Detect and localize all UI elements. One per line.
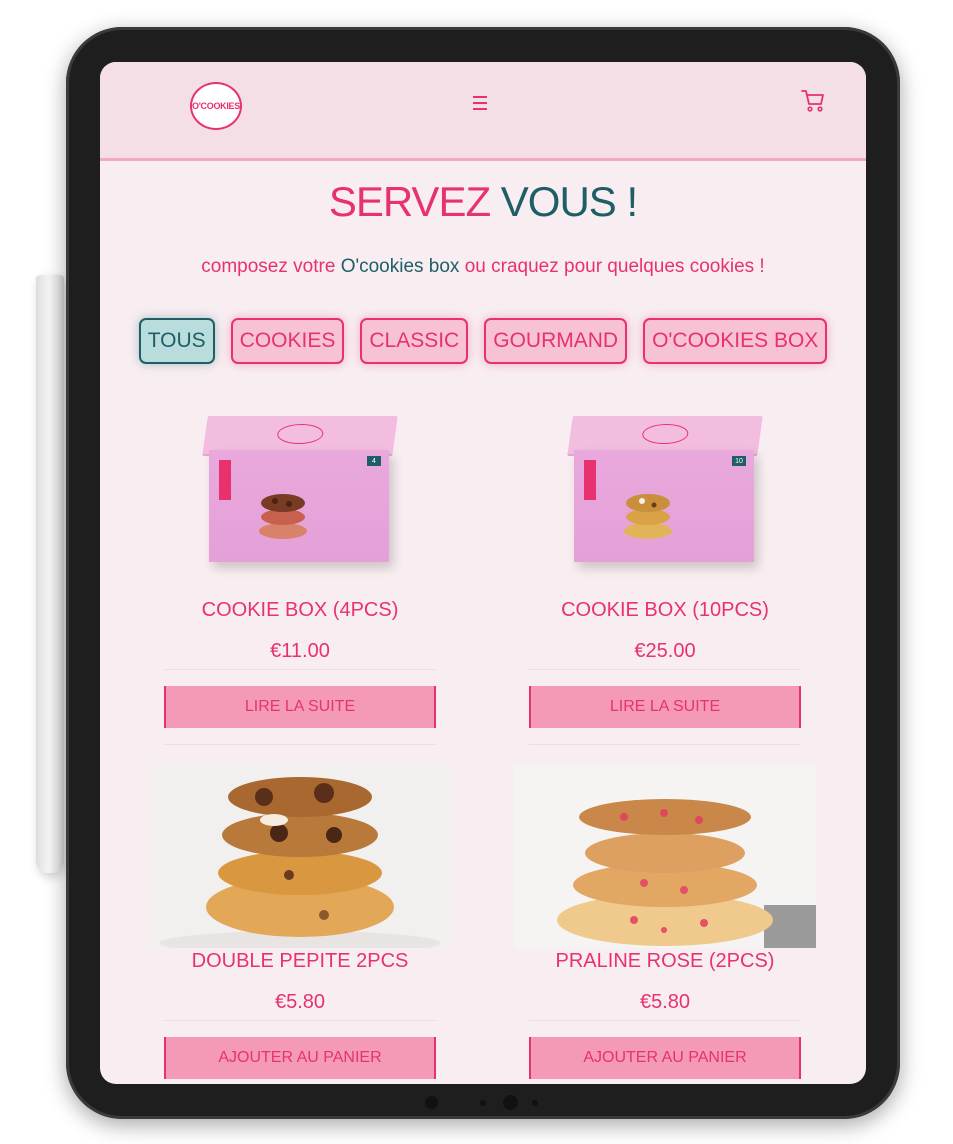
product-name[interactable]: COOKIE BOX (4PCS)	[149, 599, 451, 622]
site-header: O'COOKIES	[100, 62, 866, 161]
divider	[529, 744, 801, 745]
subtitle-part1: composez votre	[201, 256, 336, 277]
filter-gourmand[interactable]: GOURMAND	[484, 318, 628, 364]
hamburger-menu-icon[interactable]	[473, 96, 487, 110]
sensor-dot	[532, 1100, 538, 1106]
cookie-box-image: 4	[202, 416, 398, 566]
product-image[interactable]: 10	[514, 414, 816, 597]
filter-cookies[interactable]: COOKIES	[230, 318, 345, 364]
product-name[interactable]: PRALINE ROSE (2PCS)	[514, 950, 816, 973]
box-seal-logo	[275, 424, 325, 444]
product-price: €25.00	[634, 640, 696, 662]
box-count-badge: 10	[732, 456, 746, 466]
subtitle-brand: O'cookies box	[340, 256, 460, 277]
subtitle-part3: ou craquez pour quelques cookies !	[464, 256, 765, 277]
cookie-photo	[149, 765, 451, 948]
divider	[164, 669, 436, 670]
product-price: €5.80	[639, 991, 691, 1013]
box-count-badge: 4	[367, 456, 381, 466]
box-front: 10	[574, 450, 754, 562]
filter-tous[interactable]: TOUS	[138, 318, 215, 364]
title-vous: VOUS !	[500, 178, 638, 225]
box-front: 4	[209, 450, 389, 562]
camera-dot	[425, 1096, 438, 1109]
cookie-box-image: 10	[567, 416, 763, 566]
page-title: SERVEZ VOUS !	[100, 178, 866, 226]
category-filters: TOUS COOKIES CLASSIC GOURMAND O'COOKIES …	[100, 318, 866, 364]
add-to-cart-button[interactable]: AJOUTER AU PANIER	[164, 1037, 436, 1079]
box-side-label	[219, 460, 231, 500]
product-card: DOUBLE PEPITE 2PCS €5.80 AJOUTER AU PANI…	[149, 765, 451, 1079]
app-screen: O'COOKIES SERVEZ VOUS ! composez votre O…	[100, 62, 866, 1084]
stylus-pencil	[36, 275, 64, 873]
product-card: 4 COOKIE BOX (4PCS) €11.00 LIRE LA SUITE	[149, 414, 451, 745]
divider	[164, 1020, 436, 1021]
brand-logo[interactable]: O'COOKIES	[190, 82, 242, 130]
divider	[164, 744, 436, 745]
divider	[529, 1020, 801, 1021]
product-image[interactable]	[149, 765, 451, 948]
product-name[interactable]: COOKIE BOX (10PCS)	[514, 599, 816, 622]
add-to-cart-button[interactable]: AJOUTER AU PANIER	[529, 1037, 801, 1079]
filter-classic[interactable]: CLASSIC	[360, 318, 469, 364]
read-more-button[interactable]: LIRE LA SUITE	[164, 686, 436, 728]
divider	[529, 669, 801, 670]
cookie-photo	[514, 765, 816, 948]
cookie-stack-icon	[259, 494, 307, 539]
cookie-stack-icon	[624, 494, 672, 539]
title-servez: SERVEZ	[328, 178, 491, 225]
page-subtitle: composez votre O'cookies box ou craquez …	[100, 256, 866, 278]
product-image[interactable]	[514, 765, 816, 948]
logo-text: O'COOKIES	[192, 101, 240, 111]
box-seal-logo	[640, 424, 690, 444]
product-price: €5.80	[274, 991, 326, 1013]
shopping-cart-icon[interactable]	[800, 88, 826, 114]
camera-lens	[503, 1095, 518, 1110]
box-side-label	[584, 460, 596, 500]
filter-ocookies-box[interactable]: O'COOKIES BOX	[643, 318, 828, 364]
sensor-dot	[480, 1100, 486, 1106]
product-card: 10 COOKIE BOX (10PCS) €25.00 LIRE LA SUI…	[514, 414, 816, 745]
product-image[interactable]: 4	[149, 414, 451, 597]
product-card: PRALINE ROSE (2PCS) €5.80 AJOUTER AU PAN…	[514, 765, 816, 1079]
product-name[interactable]: DOUBLE PEPITE 2PCS	[149, 950, 451, 973]
product-price: €11.00	[270, 640, 330, 662]
read-more-button[interactable]: LIRE LA SUITE	[529, 686, 801, 728]
